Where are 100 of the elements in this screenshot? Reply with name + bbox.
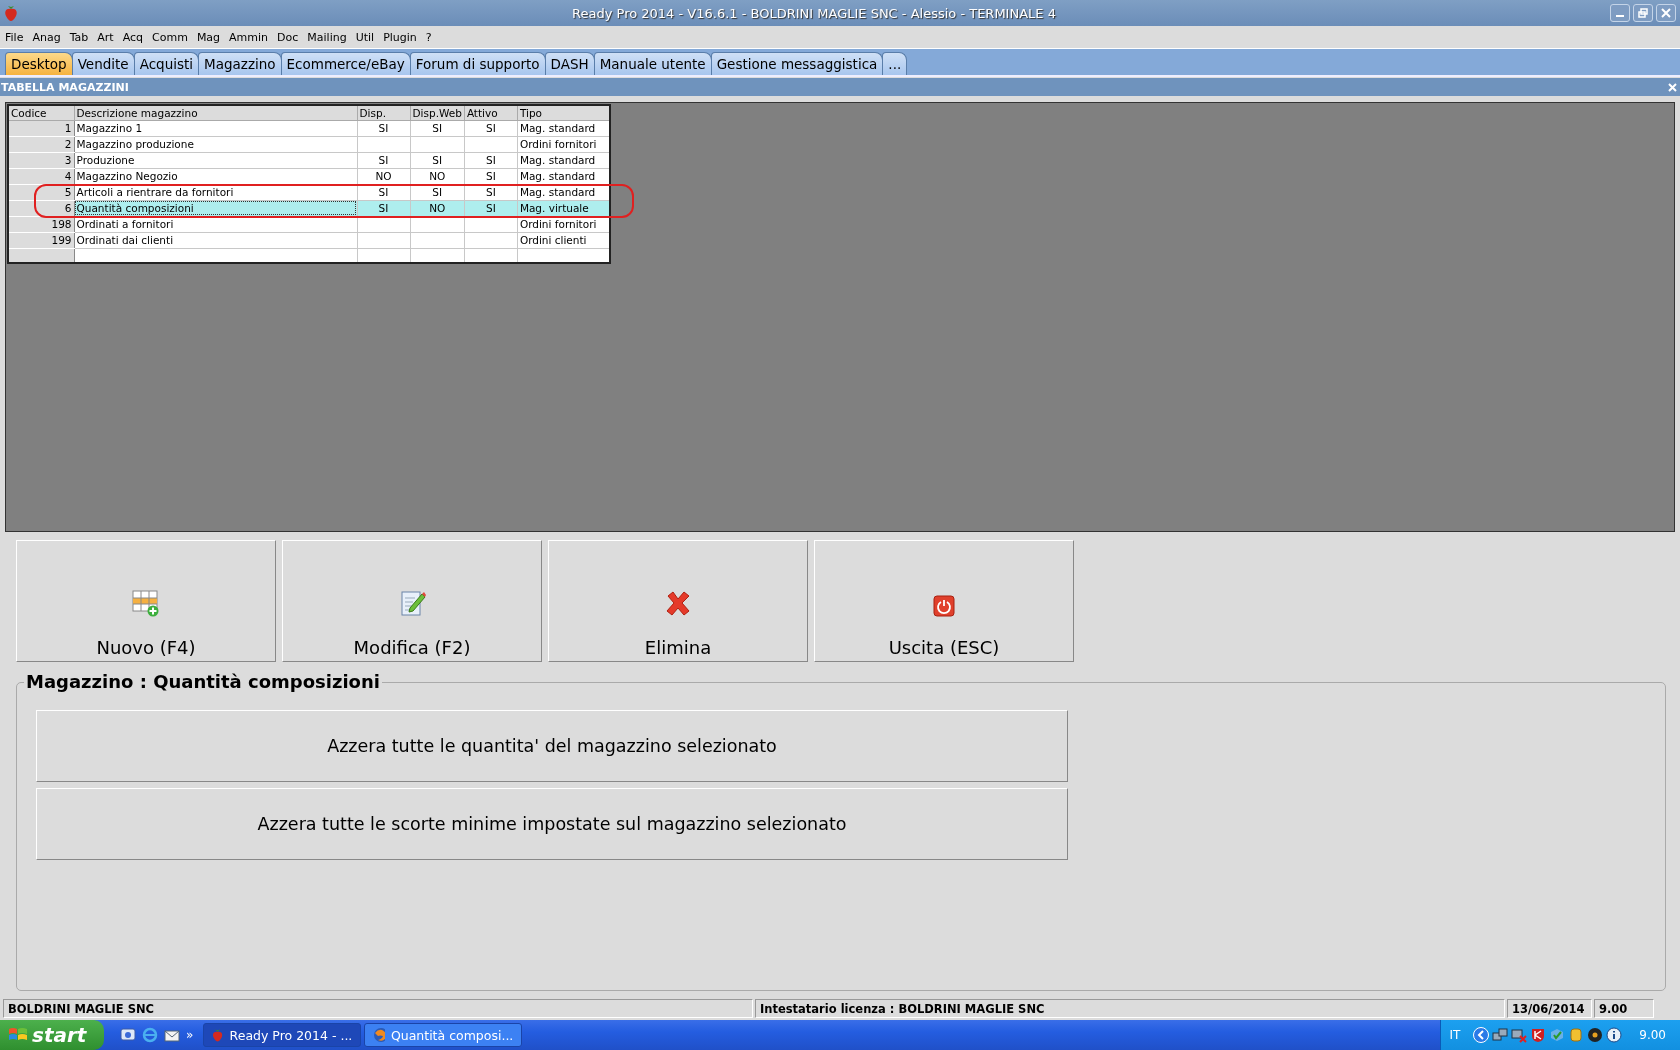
table-row[interactable]: 2 Magazzino produzione Ordini fornitori (8, 136, 611, 152)
table-cell: Magazzino 1 (74, 120, 357, 136)
network-icon[interactable] (1492, 1027, 1509, 1043)
table-cell (464, 136, 518, 152)
table-cell: Ordinati dai clienti (74, 232, 357, 248)
menu-item[interactable]: Comm (152, 30, 188, 44)
table-row[interactable]: 1 Magazzino 1 SI SI SI Mag. standard (8, 120, 611, 136)
action-button[interactable]: Azzera tutte le quantita' del magazzino selezionato (36, 710, 1068, 782)
tab[interactable]: Magazzino (198, 52, 282, 75)
status-cell: Intestatario licenza : BOLDRINI MAGLIE SNC (755, 999, 1505, 1018)
table-cell (464, 216, 518, 232)
tab[interactable]: Gestione messaggistica (710, 52, 884, 75)
tab[interactable]: Forum di supporto (409, 52, 546, 75)
table-cell: SI (357, 120, 410, 136)
menu-item[interactable]: Acq (122, 30, 144, 44)
group-title: Magazzino : Quantità composizioni (24, 671, 382, 692)
table-cell: Magazzino Negozio (74, 168, 357, 184)
table-row[interactable]: 199 Ordinati dai clienti Ordini clienti (8, 232, 611, 248)
tab[interactable]: Manuale utente (593, 52, 712, 75)
tab[interactable]: Desktop (5, 52, 73, 75)
panel-title: TABELLA MAGAZZINI (1, 80, 129, 94)
menu-item[interactable]: Util (355, 30, 375, 44)
info-icon[interactable] (1606, 1027, 1623, 1043)
toolbar-button[interactable]: Elimina (548, 540, 808, 662)
table-cell: SI (464, 120, 518, 136)
status-cell: 13/06/2014 (1507, 999, 1592, 1018)
menu-item[interactable]: Doc (277, 30, 299, 44)
power-icon (933, 595, 955, 617)
table-cell (357, 136, 410, 152)
tab[interactable]: Acquisti (133, 52, 200, 75)
table-cell: Ordinati a fornitori (74, 216, 357, 232)
tab[interactable]: Vendite (71, 52, 135, 75)
mail-icon[interactable] (164, 1027, 180, 1043)
browser-icon (373, 1027, 385, 1043)
browser-icon[interactable] (142, 1027, 158, 1043)
table-row[interactable]: 5 Articoli a rientrare da fornitori SI SI SI Mag. standard (8, 184, 611, 200)
strawberry-icon (212, 1027, 224, 1043)
column-header[interactable]: Attivo (464, 105, 518, 120)
table-add-icon (132, 589, 160, 617)
toolbar-button[interactable]: Modifica (F2) (282, 540, 542, 662)
taskbar-button[interactable]: Quantità composi... (364, 1023, 523, 1047)
box-check-icon[interactable] (1549, 1027, 1566, 1043)
strawberry-icon (4, 5, 18, 21)
tab[interactable]: ... (882, 52, 908, 75)
edit-document-icon (398, 589, 426, 617)
chevron-icon[interactable] (1473, 1027, 1490, 1043)
close-icon (1661, 8, 1671, 18)
table-row[interactable]: 4 Magazzino Negozio NO NO SI Mag. standard (8, 168, 611, 184)
menu-item[interactable]: Tab (69, 30, 89, 44)
menu-item[interactable]: File (5, 30, 24, 44)
action-button[interactable]: Azzera tutte le scorte minime impostate sul magazzino selezionato (36, 788, 1068, 860)
table-cell: SI (464, 152, 518, 168)
menu-item[interactable]: Plugin (383, 30, 417, 44)
column-header[interactable]: Descrizione magazzino (74, 105, 357, 120)
restore-icon (1638, 8, 1648, 18)
column-header[interactable]: Tipo (517, 105, 611, 120)
table-cell: SI (410, 120, 465, 136)
table-row[interactable]: 198 Ordinati a fornitori Ordini fornitori (8, 216, 611, 232)
table-cell (410, 216, 465, 232)
table-cell (410, 136, 465, 152)
column-header[interactable]: Codice (8, 105, 74, 120)
restore-button[interactable] (1633, 4, 1653, 22)
shield-icon[interactable] (1530, 1027, 1547, 1043)
network-error-icon[interactable] (1511, 1027, 1528, 1043)
window-title: Ready Pro 2014 - V16.6.1 - BOLDRINI MAGLIE SNC - Alessio - TERMINALE 4 (571, 5, 1057, 21)
status-cell: 9.00 (1594, 999, 1654, 1018)
disc-icon[interactable] (1587, 1027, 1604, 1043)
quicklaunch-more[interactable]: » (186, 1028, 194, 1042)
table-cell: Magazzino produzione (74, 136, 357, 152)
minimize-icon (1616, 15, 1624, 17)
table-cell: SI (357, 152, 410, 168)
menu-item[interactable]: Ammin (229, 30, 269, 44)
table-cell: SI (464, 184, 518, 200)
table-cell (357, 216, 410, 232)
menu-item[interactable]: Anag (32, 30, 61, 44)
table-row[interactable]: 6 Quantità composizioni SI NO SI Mag. virtuale (8, 200, 611, 216)
close-button[interactable] (1656, 4, 1676, 22)
delete-x-icon (664, 589, 692, 617)
toolbar-button[interactable]: Uscita (ESC) (814, 540, 1074, 662)
menu-item[interactable]: Mag (196, 30, 221, 44)
menu-item[interactable]: Art (97, 30, 114, 44)
table-row[interactable]: 3 Produzione SI SI SI Mag. standard (8, 152, 611, 168)
tab[interactable]: DASH (544, 52, 595, 75)
column-header[interactable]: Disp.Web (410, 105, 465, 120)
minimize-button[interactable] (1610, 4, 1630, 22)
close-icon[interactable] (1668, 82, 1677, 92)
menu-item[interactable]: ? (425, 30, 432, 44)
table-cell: SI (410, 152, 465, 168)
toolbar-button[interactable]: Nuovo (F4) (16, 540, 276, 662)
clock: 9.00 (1639, 1028, 1666, 1042)
column-header[interactable]: Disp. (357, 105, 410, 120)
menu-item[interactable]: Mailing (307, 30, 347, 44)
table-cell: SI (410, 184, 465, 200)
table-cell: SI (357, 184, 410, 200)
desktop-icon[interactable] (120, 1027, 136, 1043)
table-cell: Articoli a rientrare da fornitori (74, 184, 357, 200)
taskbar-button[interactable]: Ready Pro 2014 - ... (203, 1023, 362, 1047)
table-cell: Produzione (74, 152, 357, 168)
status-cell: BOLDRINI MAGLIE SNC (3, 999, 753, 1018)
tab[interactable]: Ecommerce/eBay (280, 52, 411, 75)
